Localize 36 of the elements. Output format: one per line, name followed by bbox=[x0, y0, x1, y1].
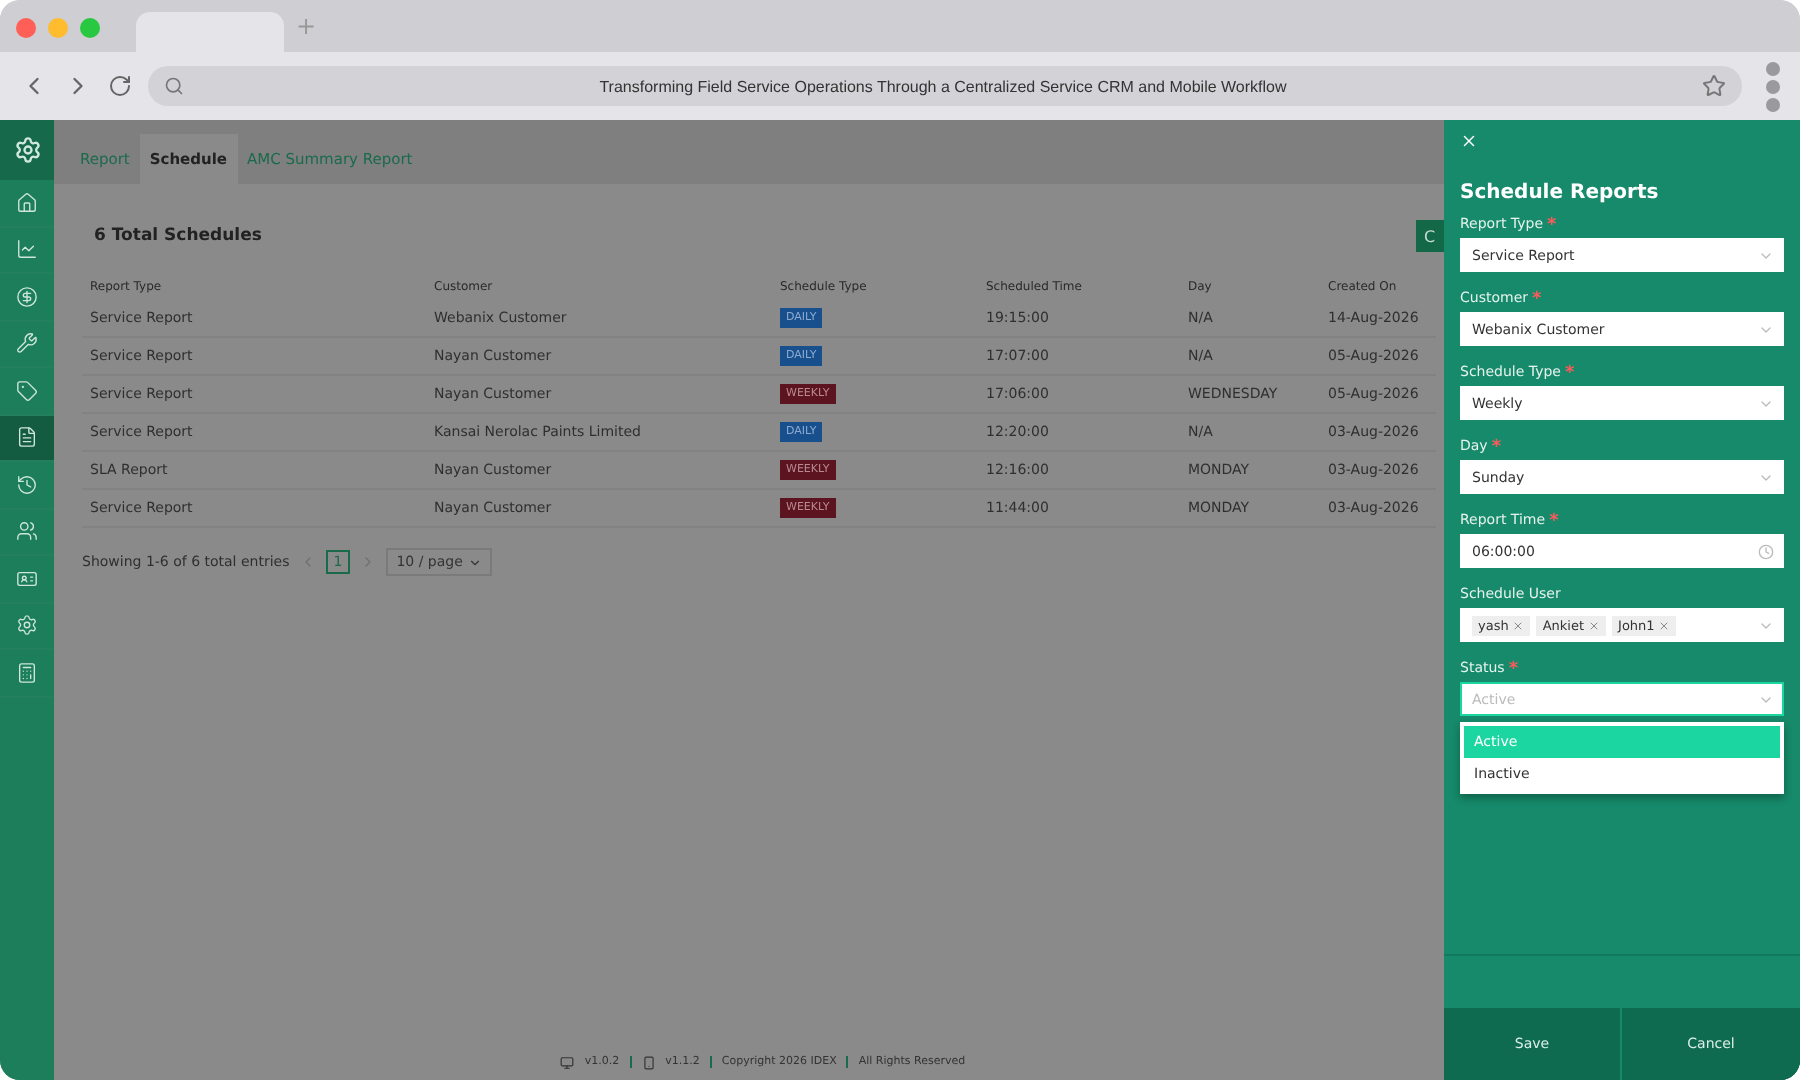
star-icon[interactable] bbox=[1702, 74, 1726, 98]
chevron-icon bbox=[468, 555, 483, 569]
tag-icon bbox=[16, 379, 38, 402]
document-icon bbox=[16, 426, 38, 449]
required-mark: * bbox=[1508, 662, 1519, 680]
close-window-icon[interactable] bbox=[16, 18, 36, 38]
close-icon bbox=[1460, 132, 1478, 150]
required-mark: * bbox=[1547, 218, 1557, 236]
chart-icon bbox=[16, 238, 38, 261]
menu-icon[interactable] bbox=[1766, 61, 1780, 111]
wrench-icon bbox=[16, 332, 38, 355]
dollar-icon bbox=[16, 285, 38, 308]
remove-icon[interactable] bbox=[1588, 619, 1601, 631]
drawer-title: Schedule Reports bbox=[1460, 182, 1661, 204]
gear-logo-icon[interactable] bbox=[13, 136, 41, 164]
users-icon bbox=[16, 520, 38, 543]
required-mark: * bbox=[1532, 292, 1542, 310]
clock-icon bbox=[1758, 543, 1774, 559]
required-mark: * bbox=[1491, 440, 1502, 458]
search-icon bbox=[164, 76, 184, 96]
address-bar[interactable]: Transforming Field Service Operations Through a Centralized Service CRM and Mobile Workflow bbox=[148, 66, 1742, 106]
monitor-icon bbox=[560, 1055, 575, 1069]
create-button[interactable]: C bbox=[1416, 220, 1444, 252]
sidebar-item[interactable] bbox=[0, 415, 54, 462]
reload-icon[interactable] bbox=[108, 74, 132, 98]
calculator-icon bbox=[16, 661, 38, 684]
remove-icon[interactable] bbox=[1512, 619, 1525, 631]
remove-icon[interactable] bbox=[1658, 619, 1671, 631]
home-icon bbox=[16, 191, 38, 214]
required-mark: * bbox=[1549, 514, 1559, 532]
history-icon bbox=[16, 473, 38, 496]
settings-icon bbox=[16, 614, 38, 637]
id-card-icon bbox=[16, 567, 38, 590]
required-mark: * bbox=[1564, 366, 1575, 384]
table-title: 6 Total Schedules bbox=[94, 226, 262, 246]
phone-icon bbox=[641, 1055, 656, 1069]
